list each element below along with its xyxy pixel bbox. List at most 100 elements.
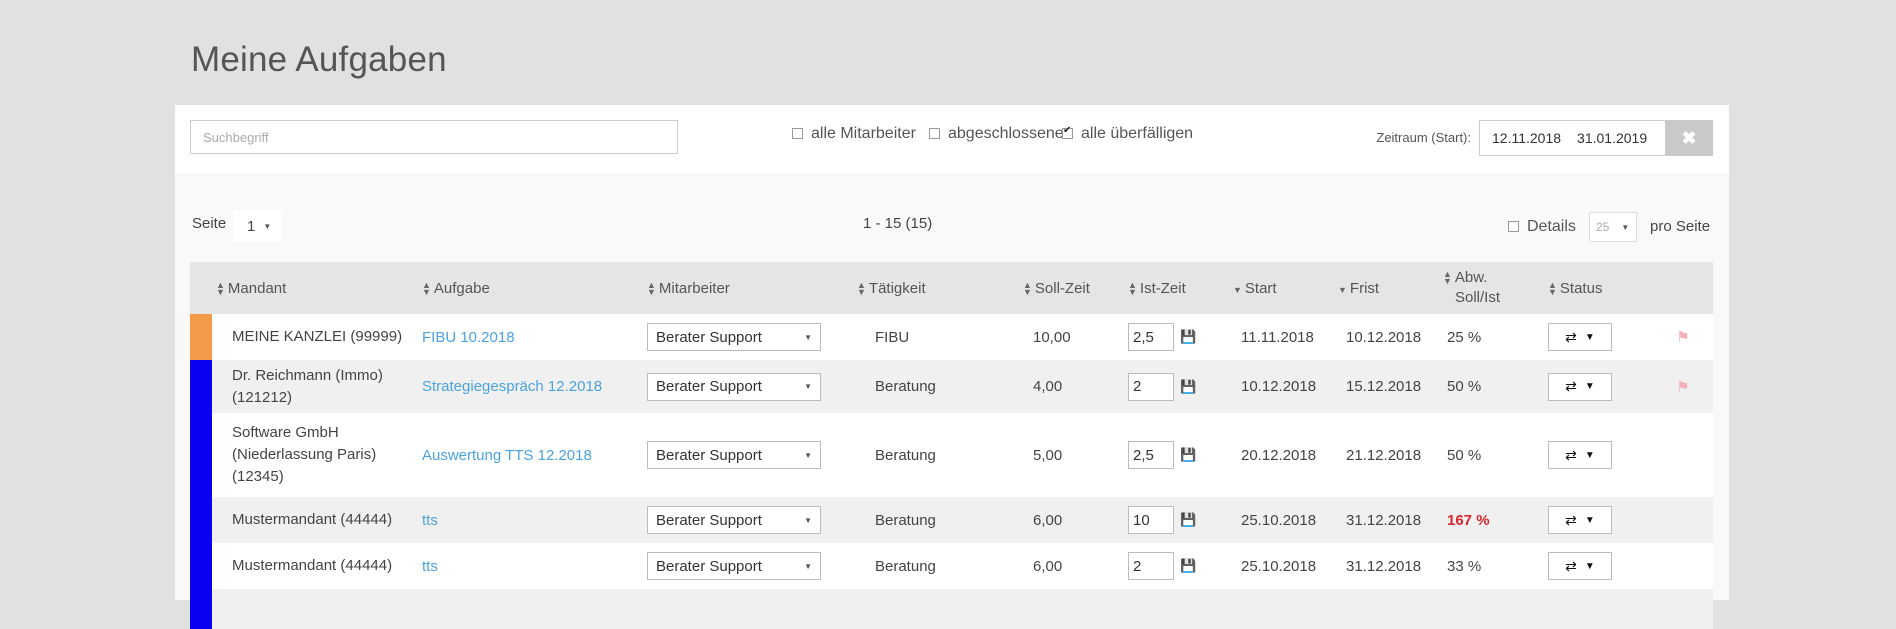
- date-end: 31.01.2019: [1577, 130, 1648, 146]
- header-status[interactable]: ▲ ▼ Status: [1548, 262, 1653, 314]
- color-indicator: [190, 589, 212, 629]
- checkbox[interactable]: [929, 127, 940, 139]
- aufgabe-link[interactable]: tts: [422, 558, 438, 575]
- soll-cell: 4,00: [1023, 360, 1128, 413]
- header-aufgabe[interactable]: ▲ ▼ Aufgabe: [422, 262, 647, 314]
- chevron-down-icon: ▼: [804, 515, 812, 525]
- chevron-down-icon: ▼: [1584, 381, 1595, 392]
- details-label: Details: [1527, 218, 1576, 235]
- checkbox-alle-ueberfaelligen[interactable]: alle überfälligen: [1062, 125, 1193, 143]
- header-mandant[interactable]: ▲ ▼ Mandant: [212, 262, 422, 314]
- status-button[interactable]: ⇄ ▼: [1548, 552, 1612, 580]
- ist-input[interactable]: 2: [1128, 552, 1174, 580]
- header-mitarbeiter[interactable]: ▲ ▼ Mitarbeiter: [647, 262, 857, 314]
- header-taetigkeit[interactable]: ▲ ▼ Tätigkeit: [857, 262, 1023, 314]
- chevron-down-icon: ▼: [1621, 222, 1630, 232]
- ist-input[interactable]: 10: [1128, 506, 1174, 534]
- status-button[interactable]: ⇄ ▼: [1548, 441, 1612, 469]
- checkbox-alle-mitarbeiter[interactable]: alle Mitarbeiter: [792, 125, 916, 143]
- table-row: Software GmbH (Niederlassung Paris) (12345…: [190, 413, 1713, 497]
- start-cell: [1233, 589, 1338, 629]
- sort-icon: ▲ ▼: [216, 279, 225, 297]
- checkbox[interactable]: [1062, 125, 1073, 139]
- chevron-down-icon: ▼: [263, 221, 272, 231]
- header-flag: [1653, 262, 1713, 314]
- mandant-line: (121212): [232, 388, 293, 406]
- date-range-input[interactable]: 12.11.2018 31.01.2019: [1479, 120, 1669, 156]
- transfer-icon: ⇄: [1565, 378, 1577, 394]
- mitarbeiter-select[interactable]: Berater Support ▼: [647, 441, 821, 469]
- color-indicator: [190, 497, 212, 543]
- ist-input[interactable]: 2: [1128, 372, 1174, 401]
- flag-icon[interactable]: ⚑: [1676, 329, 1689, 346]
- flag-icon[interactable]: ⚑: [1676, 379, 1689, 396]
- details-toggle[interactable]: Details: [1508, 218, 1576, 236]
- mandant-cell: [212, 589, 422, 629]
- mitarbeiter-select[interactable]: Berater Support ▼: [647, 372, 821, 401]
- mitarbeiter-cell: Berater Support ▼: [647, 543, 857, 589]
- mitarbeiter-select[interactable]: Berater Support ▼: [647, 552, 821, 580]
- status-cell: ⇄ ▼: [1548, 543, 1653, 589]
- checkbox[interactable]: [792, 127, 803, 139]
- per-page-select[interactable]: 25 ▼: [1589, 212, 1637, 242]
- soll-cell: [1023, 589, 1128, 629]
- soll-cell: 6,00: [1023, 497, 1128, 543]
- aufgabe-link[interactable]: Auswertung TTS 12.2018: [422, 447, 592, 464]
- mitarbeiter-select[interactable]: Berater Support ▼: [647, 506, 821, 534]
- aufgabe-link[interactable]: FIBU 10.2018: [422, 329, 515, 346]
- checkbox[interactable]: [1508, 220, 1519, 232]
- abw-value: 50 %: [1447, 446, 1482, 464]
- status-button[interactable]: ⇄ ▼: [1548, 323, 1612, 351]
- page-select[interactable]: 1 ▼: [233, 210, 281, 242]
- ist-cell: 2 💾: [1128, 360, 1233, 413]
- search-input[interactable]: [190, 120, 678, 154]
- mandant-line: MEINE KANZLEI (99999): [232, 328, 403, 345]
- status-button[interactable]: ⇄ ▼: [1548, 506, 1612, 534]
- start-cell: 10.12.2018: [1233, 360, 1338, 413]
- aufgabe-link[interactable]: Strategiegespräch 12.2018: [422, 378, 602, 395]
- start-cell: 25.10.2018: [1233, 497, 1338, 543]
- zeitraum-label: Zeitraum (Start):: [1376, 130, 1471, 145]
- chevron-down-icon: ▼: [1584, 514, 1595, 526]
- clear-date-button[interactable]: ✖: [1665, 120, 1713, 156]
- header-soll[interactable]: ▲ ▼ Soll-Zeit: [1023, 262, 1128, 314]
- mitarbeiter-cell: [647, 589, 857, 629]
- table-row: Mustermandant (44444) tts Berater Support ▼…: [190, 543, 1713, 589]
- tasks-table: ▲ ▼ Mandant ▲ ▼ Aufgabe ▲ ▼ Mitarbeiter ▲ ▼ Täti…: [190, 262, 1713, 629]
- sort-icon: ▲ ▼: [1443, 269, 1452, 287]
- taetigkeit-cell: Beratung: [857, 413, 1023, 497]
- save-icon[interactable]: 💾: [1180, 379, 1196, 395]
- mitarbeiter-cell: Berater Support ▼: [647, 360, 857, 413]
- ist-cell: [1128, 589, 1233, 629]
- save-icon[interactable]: 💾: [1180, 558, 1196, 574]
- save-icon[interactable]: 💾: [1180, 447, 1196, 463]
- ist-input[interactable]: 2,5: [1128, 441, 1174, 469]
- save-icon[interactable]: 💾: [1180, 329, 1196, 345]
- checkbox-abgeschlossene[interactable]: abgeschlossene: [929, 125, 1064, 143]
- result-range: 1 - 15 (15): [863, 215, 933, 232]
- mandant-line: (Niederlassung Paris): [232, 446, 377, 463]
- chevron-down-icon: ▼: [804, 561, 812, 571]
- soll-cell: 10,00: [1023, 314, 1128, 360]
- ist-cell: 2 💾: [1128, 543, 1233, 589]
- mitarbeiter-cell: Berater Support ▼: [647, 497, 857, 543]
- color-indicator: [190, 360, 212, 413]
- header-start[interactable]: ▼ Start: [1233, 262, 1338, 314]
- start-cell: 20.12.2018: [1233, 413, 1338, 497]
- flag-cell: [1653, 497, 1713, 543]
- status-button[interactable]: ⇄ ▼: [1548, 372, 1612, 401]
- filter-bar: alle Mitarbeiter abgeschlossene alle übe…: [175, 105, 1729, 173]
- chevron-down-icon: ▼: [1584, 449, 1595, 461]
- header-abw[interactable]: ▲ ▼ Abw. Soll/Ist: [1443, 262, 1548, 314]
- start-cell: 11.11.2018: [1233, 314, 1338, 360]
- mitarbeiter-select[interactable]: Berater Support ▼: [647, 323, 821, 351]
- aufgabe-cell: tts: [422, 543, 647, 589]
- header-frist[interactable]: ▼ Frist: [1338, 262, 1443, 314]
- checkbox-label: abgeschlossene: [948, 125, 1064, 142]
- aufgabe-link[interactable]: tts: [422, 512, 438, 529]
- checkbox-label: alle überfälligen: [1081, 125, 1194, 142]
- mitarbeiter-cell: Berater Support ▼: [647, 314, 857, 360]
- header-ist[interactable]: ▲ ▼ Ist-Zeit: [1128, 262, 1233, 314]
- save-icon[interactable]: 💾: [1180, 512, 1196, 528]
- ist-input[interactable]: 2,5: [1128, 323, 1174, 351]
